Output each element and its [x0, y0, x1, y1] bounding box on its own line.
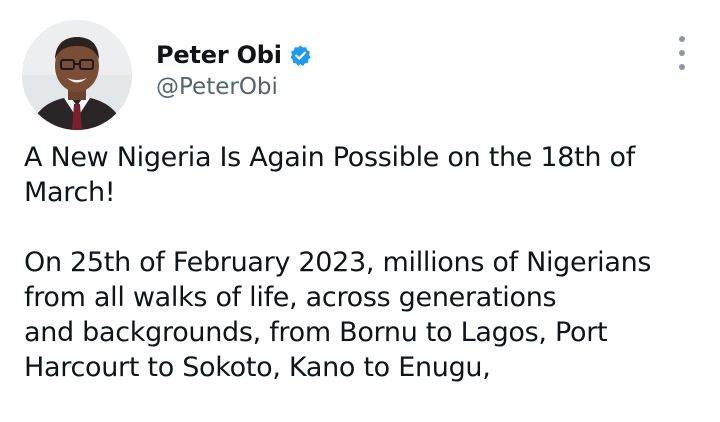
tweet-line: from all walks of life, across generatio… [24, 282, 557, 313]
avatar-image [22, 20, 132, 130]
tweet-line: and backgrounds, from Bornu to Lagos, Po… [24, 317, 608, 348]
tweet-line: March! [24, 177, 116, 208]
user-handle[interactable]: @PeterObi [156, 74, 312, 100]
more-vertical-icon [679, 64, 685, 70]
tweet-paragraph: A New Nigeria Is Again Possible on the 1… [24, 140, 704, 210]
tweet-paragraph: On 25th of February 2023, millions of Ni… [24, 245, 704, 385]
more-options-button[interactable] [672, 36, 692, 70]
tweet-line: A New Nigeria Is Again Possible on the 1… [24, 142, 635, 173]
display-name[interactable]: Peter Obi [156, 41, 282, 69]
name-row: Peter Obi [156, 38, 312, 72]
tweet-line: On 25th of February 2023, millions of Ni… [24, 247, 652, 278]
verified-check-icon [289, 44, 312, 67]
tweet-text: A New Nigeria Is Again Possible on the 1… [24, 140, 704, 385]
avatar[interactable] [22, 20, 132, 130]
tweet-card: Peter Obi @PeterObi A New Nigeria Is Aga… [0, 0, 720, 422]
more-vertical-icon [679, 50, 685, 56]
author-info: Peter Obi @PeterObi [156, 38, 312, 100]
more-vertical-icon [679, 36, 685, 42]
tweet-line: Harcourt to Sokoto, Kano to Enugu, [24, 352, 491, 383]
